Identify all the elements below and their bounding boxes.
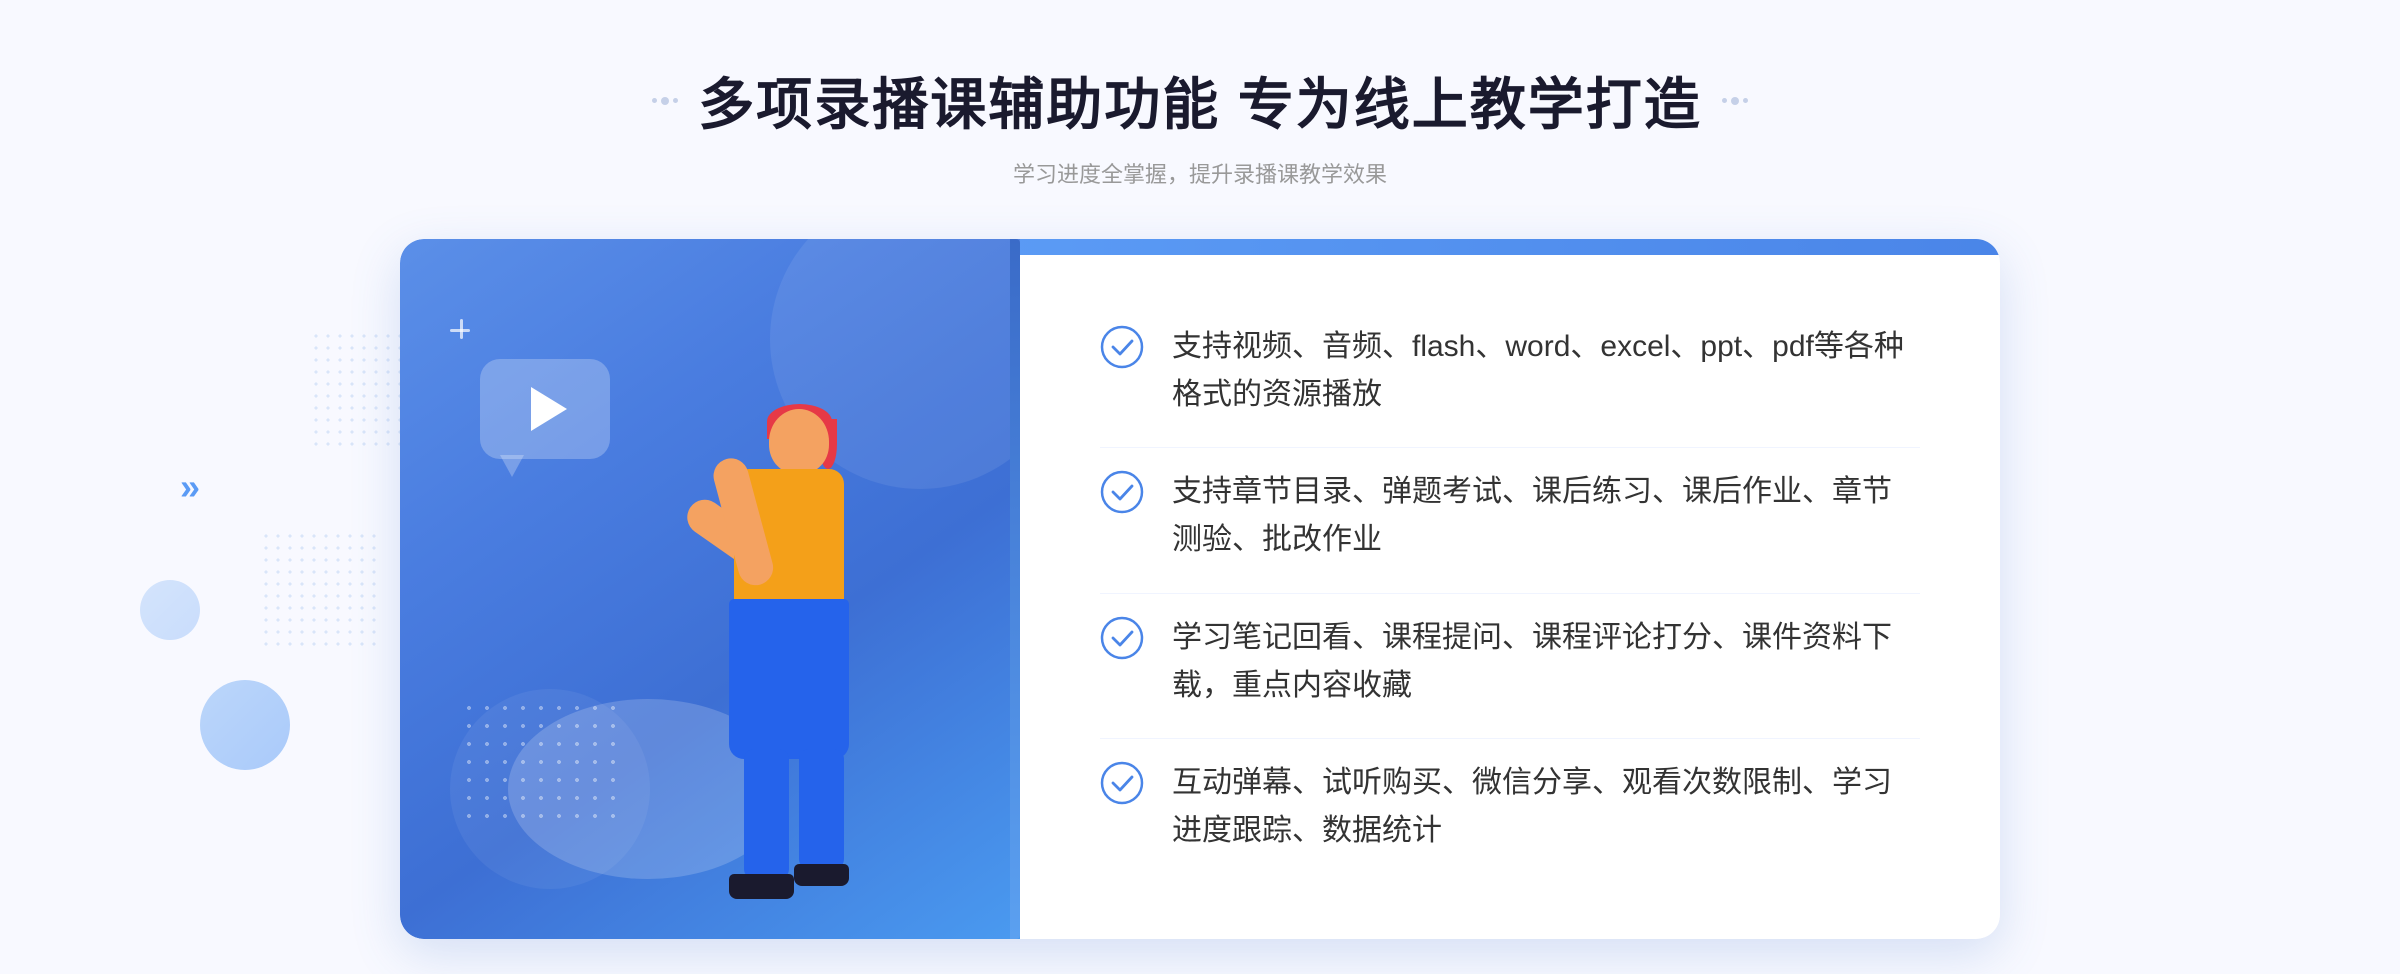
left-arrows-decoration: » [180, 466, 195, 508]
person-leg-left [744, 749, 789, 879]
feature-item-4: 互动弹幕、试听购买、微信分享、观看次数限制、学习进度跟踪、数据统计 [1100, 738, 1920, 875]
check-icon-2 [1100, 470, 1144, 514]
feature-item-2: 支持章节目录、弹题考试、课后练习、课后作业、章节测验、批改作业 [1100, 447, 1920, 584]
right-content-panel: 支持视频、音频、flash、word、excel、ppt、pdf等各种格式的资源… [1020, 239, 2000, 939]
image-dots-overlay [460, 699, 620, 819]
feature-text-4: 互动弹幕、试听购买、微信分享、观看次数限制、学习进度跟踪、数据统计 [1172, 759, 1920, 855]
play-triangle [531, 387, 567, 431]
main-title: 多项录播课辅助功能 专为线上教学打造 [698, 60, 1702, 141]
check-icon-1 [1100, 325, 1144, 369]
check-icon-3 [1100, 616, 1144, 660]
person-shoe-right [794, 864, 849, 886]
feature-item-1: 支持视频、音频、flash、word、excel、ppt、pdf等各种格式的资源… [1100, 303, 1920, 439]
header-section: 多项录播课辅助功能 专为线上教学打造 学习进度全掌握，提升录播课教学效果 [0, 60, 2400, 189]
person-leg-right [799, 749, 844, 869]
blue-top-bar [1000, 239, 2000, 255]
dots-decoration-bottom [260, 530, 380, 650]
vertical-accent-bar [1010, 239, 1020, 939]
play-bubble [480, 359, 610, 459]
content-wrapper: 支持视频、音频、flash、word、excel、ppt、pdf等各种格式的资源… [400, 239, 2000, 939]
feature-item-3: 学习笔记回看、课程提问、课程评论打分、课件资料下载，重点内容收藏 [1100, 593, 1920, 730]
person-pants [729, 599, 849, 759]
person-figure [614, 359, 934, 939]
deco-circle-1 [200, 680, 290, 770]
subtitle: 学习进度全掌握，提升录播课教学效果 [0, 157, 2400, 189]
feature-text-2: 支持章节目录、弹题考试、课后练习、课后作业、章节测验、批改作业 [1172, 468, 1920, 564]
left-image-panel [400, 239, 1020, 939]
feature-text-3: 学习笔记回看、课程提问、课程评论打分、课件资料下载，重点内容收藏 [1172, 614, 1920, 710]
decorator-right [1722, 97, 1748, 105]
header-decorators: 多项录播课辅助功能 专为线上教学打造 [0, 60, 2400, 141]
deco-circle-2 [140, 580, 200, 640]
person-shoe-left [729, 874, 794, 899]
person-head [769, 409, 829, 474]
feature-text-1: 支持视频、音频、flash、word、excel、ppt、pdf等各种格式的资源… [1172, 323, 1920, 419]
check-icon-4 [1100, 761, 1144, 805]
page-wrapper: » 多项录播课辅助功能 专为线上教学打造 学习进度全掌握，提升录播课教学效果 [0, 0, 2400, 974]
decorator-left [652, 97, 678, 105]
light-burst [450, 319, 490, 359]
